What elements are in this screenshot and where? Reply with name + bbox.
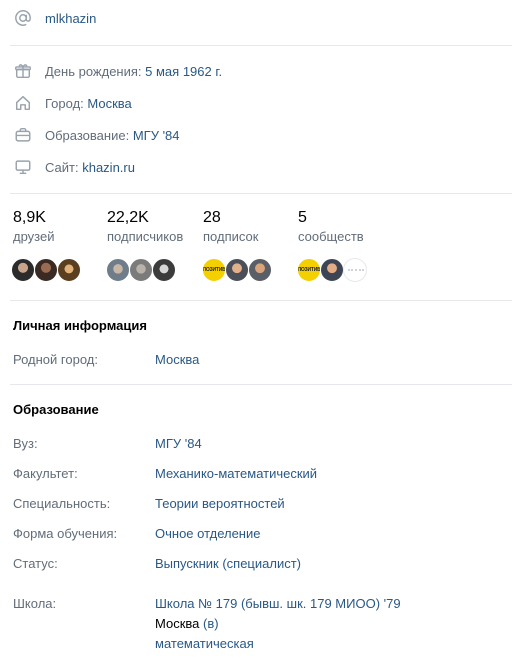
site-row: Сайт: khazin.ru [13, 157, 135, 177]
education-label: Образование: [45, 127, 130, 143]
education-value-link[interactable]: МГУ '84 [133, 128, 180, 143]
school-spec-link[interactable]: математическая [155, 636, 254, 651]
counter-label: подписок [203, 229, 259, 244]
community-badge-text: ПОЗИТИВ [202, 267, 226, 273]
school-class-link[interactable]: (в) [203, 616, 219, 631]
uni-value-link[interactable]: МГУ '84 [155, 436, 202, 451]
birthday-row: День рождения: 5 мая 1962 г. [13, 61, 222, 81]
city-label: Город: [45, 95, 84, 111]
avatar[interactable] [106, 258, 130, 282]
home-icon [13, 93, 33, 113]
counter-label: друзей [13, 229, 55, 244]
community-avatar[interactable] [343, 258, 367, 282]
counter-communities[interactable]: 5 сообществ [298, 208, 364, 246]
community-avatar[interactable]: ПОЗИТИВ [297, 258, 321, 282]
monitor-icon [13, 157, 33, 177]
status-value-link[interactable]: Выпускник (специалист) [155, 556, 301, 571]
at-sign-icon [13, 8, 33, 28]
uni-label: Вуз: [13, 436, 38, 451]
community-badge-text: ПОЗИТИВ [297, 267, 321, 273]
study-form-label: Форма обучения: [13, 526, 118, 541]
username-link[interactable]: mlkhazin [45, 11, 96, 26]
briefcase-icon [13, 125, 33, 145]
gift-icon [13, 61, 33, 81]
divider [10, 300, 512, 301]
avatar[interactable] [129, 258, 153, 282]
education-title: Образование [13, 402, 99, 417]
school-city: Москва [155, 616, 200, 631]
hometown-value-link[interactable]: Москва [155, 352, 199, 367]
school-label: Школа: [13, 596, 57, 611]
counter-label: подписчиков [107, 229, 184, 244]
counter-value: 5 [298, 209, 307, 226]
community-avatar[interactable]: ПОЗИТИВ [202, 258, 226, 282]
counter-subscriptions[interactable]: 28 подписок [203, 208, 258, 246]
faculty-value-link[interactable]: Механико-математический [155, 466, 317, 481]
counters-block: 8,9K друзей 22,2K подписчиков 28 подписо… [11, 208, 493, 288]
avatar[interactable] [57, 258, 81, 282]
city-row: Город: Москва [13, 93, 132, 113]
hometown-label: Родной город: [13, 352, 98, 367]
school-city-line: Москва (в) [155, 616, 219, 631]
site-value-link[interactable]: khazin.ru [82, 160, 135, 175]
specialty-label: Специальность: [13, 496, 111, 511]
site-label: Сайт: [45, 159, 79, 175]
birthday-value-link[interactable]: 5 мая 1962 г. [145, 64, 222, 79]
counter-value: 22,2K [107, 209, 149, 226]
specialty-value-link[interactable]: Теории вероятностей [155, 496, 285, 511]
faculty-label: Факультет: [13, 466, 78, 481]
study-form-value-link[interactable]: Очное отделение [155, 526, 260, 541]
avatar[interactable] [248, 258, 272, 282]
divider [10, 45, 512, 46]
avatar[interactable] [320, 258, 344, 282]
avatar[interactable] [152, 258, 176, 282]
avatar[interactable] [34, 258, 58, 282]
divider [10, 193, 512, 194]
personal-info-title: Личная информация [13, 318, 147, 333]
avatar[interactable] [225, 258, 249, 282]
status-label: Статус: [13, 556, 58, 571]
birthday-label: День рождения: [45, 63, 142, 79]
counter-value: 28 [203, 209, 221, 226]
counter-label: сообществ [298, 229, 364, 244]
counter-friends[interactable]: 8,9K друзей [13, 208, 54, 246]
counter-followers[interactable]: 22,2K подписчиков [107, 208, 183, 246]
school-value-link[interactable]: Школа № 179 (бывш. шк. 179 МИОО) '79 [155, 596, 401, 611]
education-row: Образование: МГУ '84 [13, 125, 180, 145]
city-value-link[interactable]: Москва [87, 96, 131, 111]
divider [10, 384, 512, 385]
counter-value: 8,9K [13, 209, 46, 226]
username-row: mlkhazin [13, 8, 96, 28]
avatar[interactable] [11, 258, 35, 282]
